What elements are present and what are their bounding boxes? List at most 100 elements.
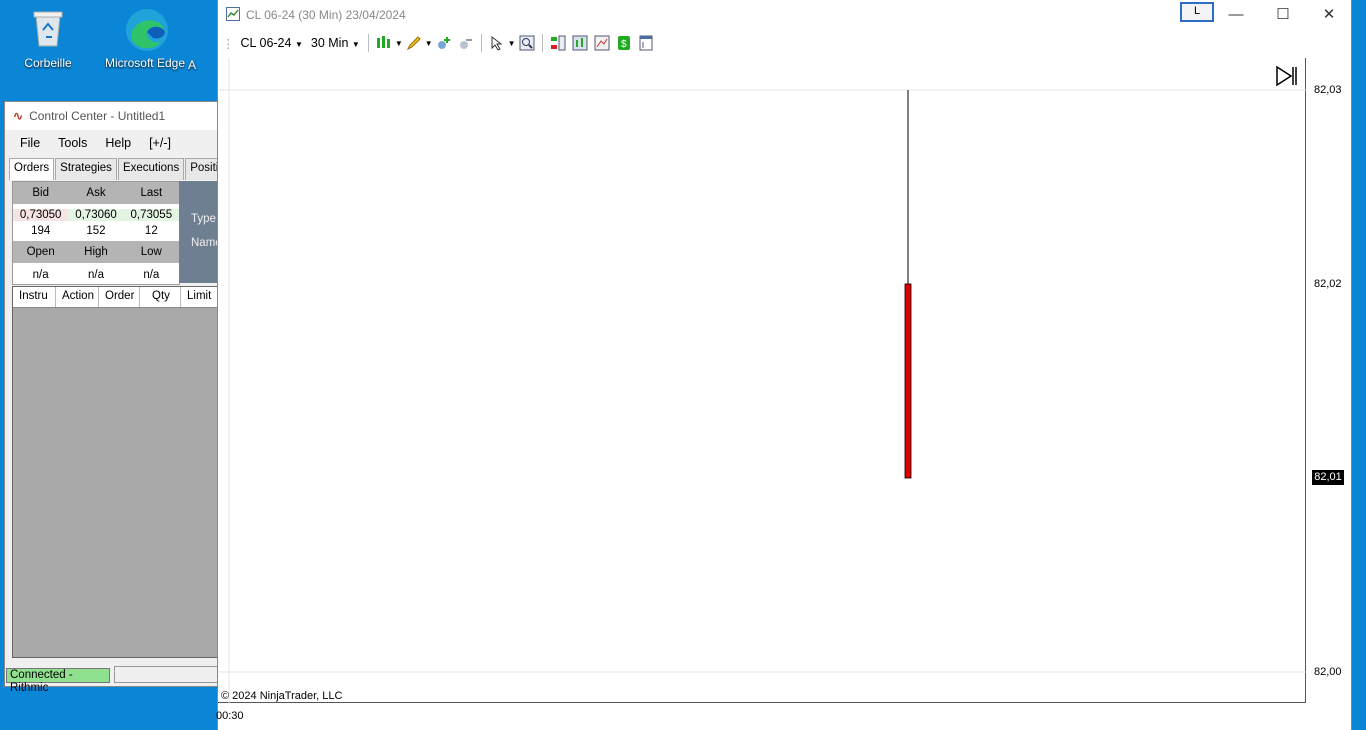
col-action[interactable]: Action xyxy=(56,287,99,307)
chart-window-title: CL 06-24 (30 Min) 23/04/2024 xyxy=(246,8,406,22)
close-button[interactable]: ✕ xyxy=(1307,4,1351,26)
instrument-selector[interactable]: CL 06-24 ▼ xyxy=(241,36,303,50)
bid-price: 0,73050 xyxy=(13,209,69,221)
toolbar-separator xyxy=(367,34,369,52)
control-center-tabs: Orders Strategies Executions Position xyxy=(9,158,237,180)
edge-icon xyxy=(123,6,168,51)
menu-file[interactable]: File xyxy=(11,136,49,150)
chart-window: CL 06-24 (30 Min) 23/04/2024 L — ☐ ✕ ⋮ C… xyxy=(216,0,1352,730)
interval-value: 30 Min xyxy=(310,36,349,50)
maximize-button[interactable]: ☐ xyxy=(1261,4,1305,26)
last-size: 12 xyxy=(144,225,158,237)
menu-help[interactable]: Help xyxy=(96,136,140,150)
quote-size-row: 194 152 12 xyxy=(13,223,179,239)
menu-tools[interactable]: Tools xyxy=(49,136,96,150)
add-indicator-icon[interactable] xyxy=(435,34,453,52)
svg-text:$: $ xyxy=(621,39,627,50)
chevron-down-icon[interactable]: ▼ xyxy=(425,39,433,48)
orders-grid-header: Instru Action Order Qty Limit xyxy=(13,287,222,308)
data-box-icon[interactable] xyxy=(571,34,589,52)
recycle-bin-desktop-icon[interactable]: Corbeille xyxy=(3,6,93,70)
type-label: Type xyxy=(191,213,216,225)
high-header: High xyxy=(84,246,108,258)
open-value: n/a xyxy=(32,269,49,281)
copyright-text: © 2024 NinjaTrader, LLC xyxy=(221,690,343,702)
chart-style-icon[interactable] xyxy=(375,34,393,52)
tab-executions[interactable]: Executions xyxy=(117,158,185,180)
menu-toggle[interactable]: [+/-] xyxy=(140,136,180,150)
price-chart[interactable] xyxy=(218,58,1306,703)
quote-header-row: Bid Ask Last xyxy=(13,182,179,204)
y-tick-label: 82,02 xyxy=(1314,278,1342,290)
maximize-icon: ☐ xyxy=(1276,6,1290,23)
desktop-icon-label: Microsoft Edge xyxy=(104,56,186,70)
pencil-icon[interactable] xyxy=(405,34,423,52)
pointer-icon[interactable] xyxy=(488,34,506,52)
link-button[interactable]: L xyxy=(1180,2,1214,22)
instrument-value: CL 06-24 xyxy=(240,36,292,50)
chart-titlebar[interactable]: CL 06-24 (30 Min) 23/04/2024 L — ☐ ✕ xyxy=(218,0,1351,30)
close-icon: ✕ xyxy=(1322,6,1336,23)
quote-price-row: 0,73050 0,73060 0,73055 xyxy=(13,207,179,223)
control-center-menubar: File Tools Help [+/-] xyxy=(5,130,219,156)
desktop-icon-label: Corbeille xyxy=(24,56,72,70)
tab-orders[interactable]: Orders xyxy=(9,158,55,180)
col-instrument[interactable]: Instru xyxy=(13,287,56,307)
ohl-value-row: n/a n/a n/a xyxy=(13,267,179,283)
orders-grid[interactable]: Instru Action Order Qty Limit xyxy=(12,286,223,658)
status-bar-field xyxy=(114,666,221,683)
current-price-tag: 82,01 xyxy=(1312,470,1344,485)
chevron-down-icon[interactable]: ▼ xyxy=(508,39,516,48)
edge-desktop-icon[interactable]: Microsoft Edge xyxy=(100,6,190,70)
ohl-header-row: Open High Low xyxy=(13,241,179,263)
minimize-button[interactable]: — xyxy=(1214,4,1258,26)
desktop-background-strip xyxy=(1352,0,1366,730)
zoom-icon[interactable] xyxy=(518,34,536,52)
bid-header: Bid xyxy=(32,187,49,199)
open-header: Open xyxy=(26,246,55,258)
scroll-to-end-icon[interactable] xyxy=(1274,64,1298,91)
chart-trader-icon[interactable] xyxy=(549,34,567,52)
ask-size: 152 xyxy=(86,225,106,237)
chart-plot-area[interactable] xyxy=(218,58,1306,703)
x-tick-label: 00:30 xyxy=(216,710,244,722)
template-icon[interactable] xyxy=(637,34,655,52)
control-center-title: Control Center - Untitled1 xyxy=(29,109,166,123)
control-center-titlebar[interactable]: ∿ Control Center - Untitled1 xyxy=(5,102,219,130)
toolbar-separator xyxy=(480,34,482,52)
col-limit[interactable]: Limit xyxy=(181,287,222,307)
remove-indicator-icon[interactable] xyxy=(457,34,475,52)
toolbar-grip: ⋮ xyxy=(222,36,235,51)
control-center-window: ∿ Control Center - Untitled1 File Tools … xyxy=(4,101,237,694)
ask-price: 0,73060 xyxy=(68,209,124,221)
chevron-down-icon[interactable]: ▼ xyxy=(395,39,403,48)
partial-desktop-icon[interactable]: A xyxy=(188,58,218,72)
high-value: n/a xyxy=(87,269,104,281)
toolbar-separator xyxy=(541,34,543,52)
low-header: Low xyxy=(140,246,162,258)
dollar-icon[interactable]: $ xyxy=(615,34,633,52)
interval-selector[interactable]: 30 Min ▼ xyxy=(311,36,360,50)
last-header: Last xyxy=(140,187,163,199)
chart-window-icon xyxy=(226,6,240,24)
connection-status: Connected - Rithmic xyxy=(6,668,110,694)
minimize-icon: — xyxy=(1228,6,1244,23)
desktop-icon-label: A xyxy=(188,58,197,72)
chart-toolbar: ⋮ CL 06-24 ▼ 30 Min ▼ ▼ ▼ ▼ $ xyxy=(218,30,1351,56)
order-detail-panel: Type Name xyxy=(179,181,222,283)
col-order[interactable]: Order xyxy=(99,287,140,307)
ask-header: Ask xyxy=(86,187,106,199)
properties-icon[interactable] xyxy=(593,34,611,52)
col-qty[interactable]: Qty xyxy=(140,287,181,307)
y-tick-label: 82,00 xyxy=(1314,666,1342,678)
ninjatrader-logo-icon: ∿ xyxy=(13,109,24,123)
chevron-down-icon: ▼ xyxy=(351,40,360,49)
tab-strategies[interactable]: Strategies xyxy=(55,158,117,180)
recycle-bin-icon xyxy=(26,6,70,50)
y-tick-label: 82,03 xyxy=(1314,84,1342,96)
candle-body[interactable] xyxy=(904,283,912,479)
quote-panel: Bid Ask Last 0,73050 0,73060 0,73055 194… xyxy=(12,181,180,285)
low-value: n/a xyxy=(143,269,160,281)
bid-size: 194 xyxy=(31,225,51,237)
last-price: 0,73055 xyxy=(123,209,179,221)
